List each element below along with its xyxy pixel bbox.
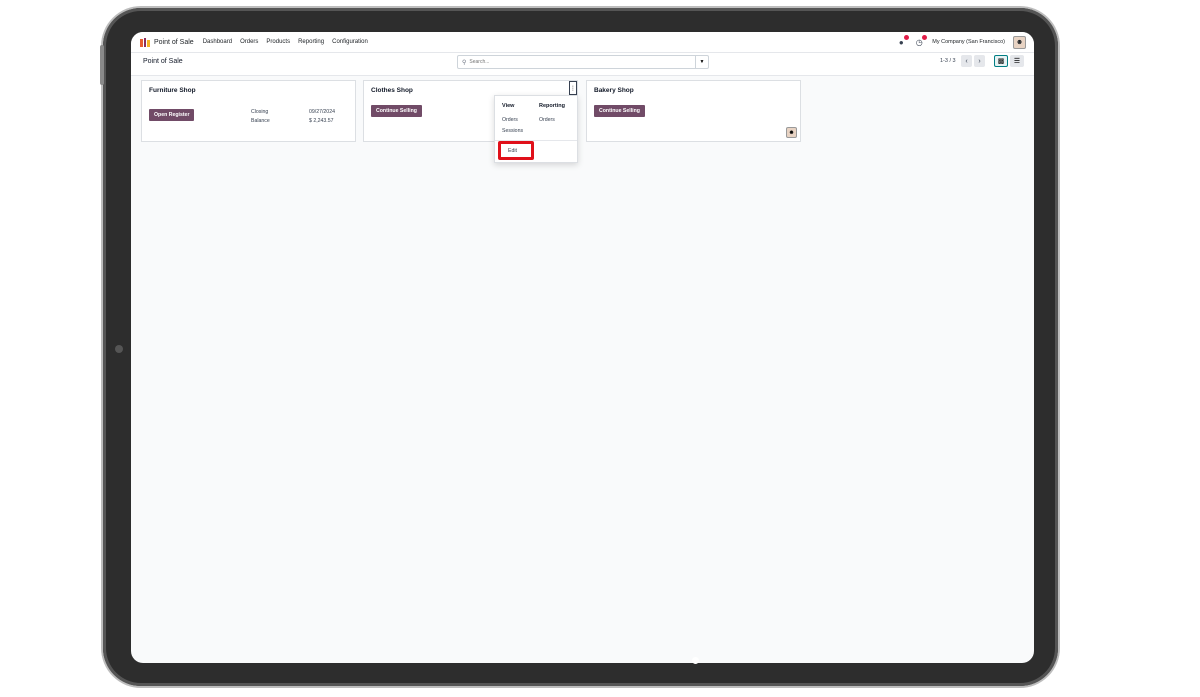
pos-logo-icon[interactable] (140, 37, 151, 47)
app-name[interactable]: Point of Sale (154, 39, 194, 46)
card-user-avatar: ☻ (786, 127, 797, 138)
activity-badge (922, 35, 928, 40)
dropdown-reporting-heading: Reporting (539, 103, 565, 109)
pager-value[interactable]: 1-3 / 3 (940, 58, 956, 64)
navbar-right: ● ◷ My Company (San Francisco) ☻ (896, 32, 1026, 52)
continue-selling-button[interactable]: Continue Selling (594, 105, 645, 117)
closing-label: Closing (251, 109, 269, 115)
card-title[interactable]: Furniture Shop (149, 87, 196, 94)
balance-label: Balance (251, 118, 270, 124)
chat-icon[interactable]: ● (896, 35, 910, 47)
search-input[interactable] (466, 57, 693, 67)
open-register-button[interactable]: Open Register (149, 109, 195, 121)
top-navbar: Point of Sale Dashboard Orders Products … (131, 32, 1034, 53)
kanban-view-button[interactable]: ▩ (994, 55, 1008, 67)
pos-card-furniture-shop[interactable]: Furniture Shop Open Register Closing Bal… (141, 80, 356, 142)
balance-value: $ 2,243.57 (309, 118, 334, 124)
screen: Point of Sale Dashboard Orders Products … (131, 32, 1034, 663)
dropdown-reporting-orders[interactable]: Orders (539, 117, 555, 123)
card-menu-kebab-icon[interactable]: ⋮ (569, 81, 577, 95)
tablet-camera (115, 345, 123, 353)
list-view-button[interactable]: ☰ (1010, 55, 1024, 67)
tablet-home-indicator (692, 657, 699, 664)
pager-next-button[interactable]: › (974, 55, 985, 67)
pager-previous-button[interactable]: ‹ (961, 55, 972, 67)
company-switcher[interactable]: My Company (San Francisco) (932, 39, 1005, 45)
activity-clock-icon[interactable]: ◷ (914, 35, 928, 47)
card-title[interactable]: Clothes Shop (371, 87, 413, 94)
continue-selling-button[interactable]: Continue Selling (371, 105, 422, 117)
control-panel: Point of Sale ⚲ ▼ 1-3 / 3 ‹ › ▩ ☰ (131, 53, 1034, 76)
card-title[interactable]: Bakery Shop (594, 87, 634, 94)
menu-products[interactable]: Products (266, 39, 290, 45)
dropdown-view-heading: View (502, 103, 515, 109)
menu-dashboard[interactable]: Dashboard (203, 39, 232, 45)
menu-configuration[interactable]: Configuration (332, 39, 368, 45)
menu-orders[interactable]: Orders (240, 39, 258, 45)
user-avatar[interactable]: ☻ (1013, 35, 1026, 49)
search-options-toggle[interactable]: ▼ (695, 56, 708, 68)
dropdown-view-sessions[interactable]: Sessions (502, 128, 523, 134)
edit-highlight-box (498, 141, 534, 160)
chat-badge (904, 35, 910, 40)
dropdown-view-orders[interactable]: Orders (502, 117, 518, 123)
page-title: Point of Sale (143, 58, 183, 65)
tablet-side-button (100, 45, 104, 85)
pos-card-bakery-shop[interactable]: Bakery Shop Continue Selling ☻ (586, 80, 801, 142)
search-bar[interactable]: ⚲ ▼ (457, 55, 709, 69)
menu-reporting[interactable]: Reporting (298, 39, 324, 45)
closing-date: 09/27/2024 (309, 109, 335, 115)
card-dropdown-menu: View Reporting Orders Sessions Orders Ed… (494, 95, 578, 163)
